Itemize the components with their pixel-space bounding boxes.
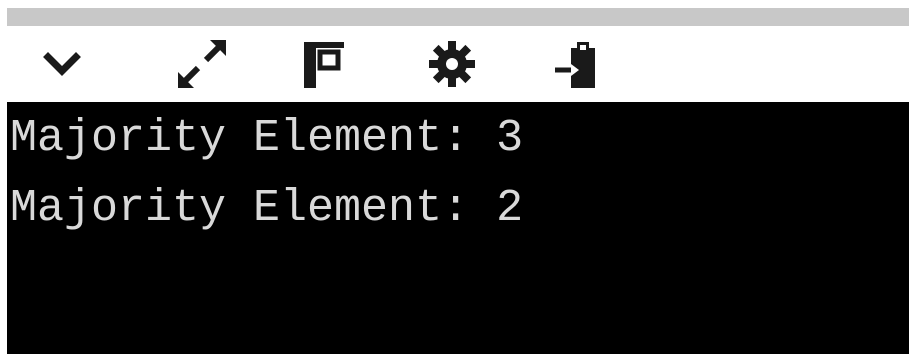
pin-button[interactable] — [282, 26, 362, 102]
toolbar — [7, 26, 909, 102]
console-output[interactable]: Majority Element: 3 Majority Element: 2 — [7, 102, 909, 354]
console-line: Majority Element: 2 — [10, 183, 524, 234]
window-left-edge — [0, 0, 7, 354]
console-window: Majority Element: 3 Majority Element: 2 — [0, 0, 909, 354]
collapse-button[interactable] — [22, 26, 102, 102]
paste-button[interactable] — [537, 26, 617, 102]
paste-icon — [555, 42, 595, 88]
expand-button[interactable] — [162, 26, 242, 102]
pin-icon — [304, 42, 344, 88]
gear-icon — [429, 41, 475, 87]
settings-button[interactable] — [412, 26, 492, 102]
console-line: Majority Element: 3 — [10, 113, 524, 164]
expand-icon — [178, 40, 226, 88]
chevron-down-icon — [43, 52, 81, 76]
title-bar[interactable] — [7, 8, 909, 26]
